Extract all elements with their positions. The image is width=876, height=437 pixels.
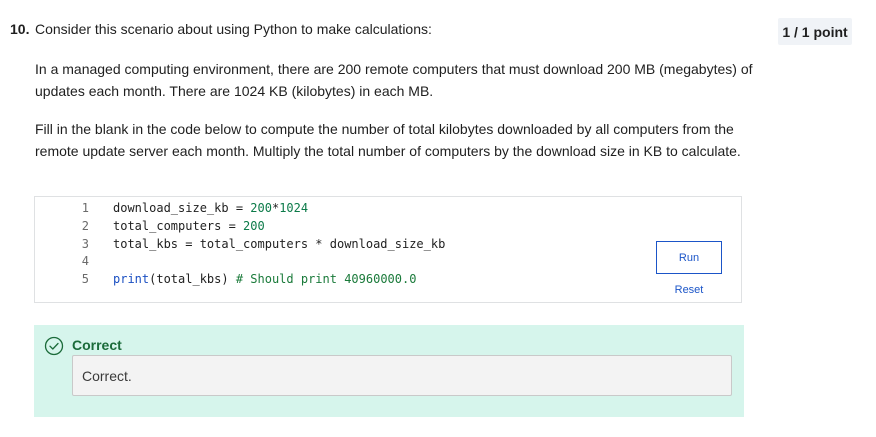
check-circle-icon	[44, 336, 64, 356]
feedback-panel: Correct Correct.	[34, 325, 744, 417]
line-number: 1	[81, 201, 89, 215]
instruction-paragraph: Fill in the blank in the code below to c…	[35, 121, 741, 159]
scenario-paragraph: In a managed computing environment, ther…	[35, 61, 753, 99]
code-token: total_computers =	[113, 219, 244, 233]
line-number: 5	[81, 272, 89, 286]
code-token: download_size_kb =	[113, 201, 251, 215]
code-line[interactable]: 1 download_size_kb = 200*1024	[37, 199, 308, 217]
line-number: 2	[81, 219, 89, 233]
reset-link[interactable]: Reset	[656, 284, 722, 296]
code-block: 1 download_size_kb = 200*1024 2 total_compu…	[34, 196, 742, 303]
feedback-title: Correct	[72, 337, 122, 353]
code-text[interactable]: download_size_kb = 200*1024	[113, 199, 308, 217]
code-line[interactable]: 4	[37, 252, 113, 270]
code-token: 200	[243, 219, 265, 233]
code-text[interactable]: total_computers = 200	[113, 217, 265, 235]
code-token: total_kbs = total_computers * download_s…	[113, 237, 446, 251]
points-badge: 1 / 1 point	[778, 18, 852, 45]
feedback-message: Correct.	[72, 355, 732, 396]
code-token: 1024	[279, 201, 309, 215]
code-token: 200	[250, 201, 272, 215]
run-button[interactable]: Run	[656, 241, 722, 274]
line-number: 4	[81, 254, 89, 268]
code-text[interactable]: print(total_kbs) # Should print 40960000…	[113, 270, 416, 288]
code-editor[interactable]: 1 download_size_kb = 200*1024 2 total_compu…	[37, 199, 657, 300]
code-line[interactable]: 5 print(total_kbs) # Should print 4096000…	[37, 270, 417, 288]
code-text[interactable]: total_kbs = total_computers * download_s…	[113, 235, 445, 253]
question-number: 10.	[10, 21, 30, 37]
code-line[interactable]: 2 total_computers = 200	[37, 217, 265, 235]
question-title: Consider this scenario about using Pytho…	[35, 21, 432, 37]
code-token: # Should print 40960000.0	[235, 272, 417, 286]
code-token: (total_kbs)	[149, 272, 236, 286]
code-line[interactable]: 3 total_kbs = total_computers * download_…	[37, 235, 446, 253]
code-token: print	[113, 272, 150, 286]
line-number: 3	[81, 237, 89, 251]
